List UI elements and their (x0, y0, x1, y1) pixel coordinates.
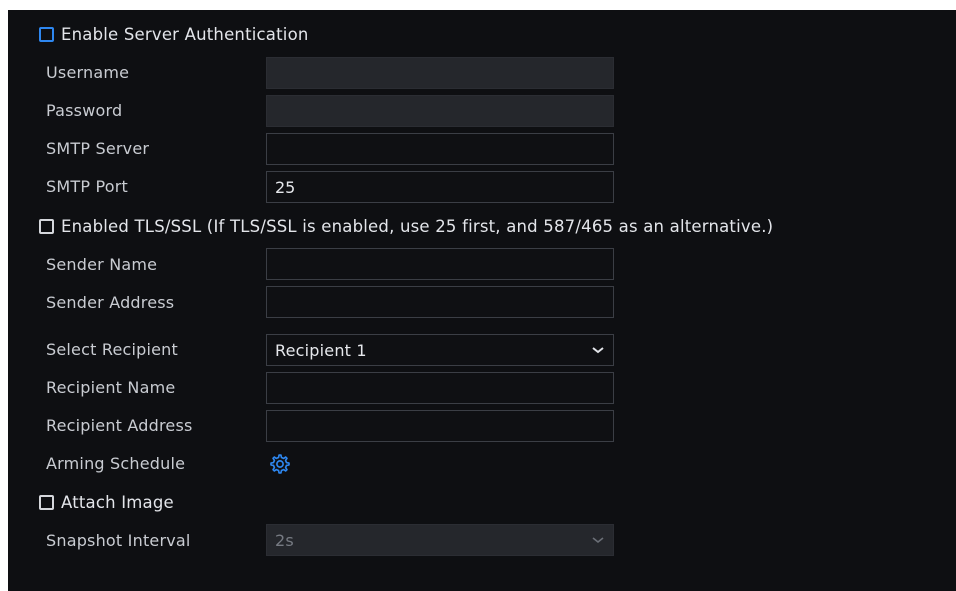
server-auth-checkbox[interactable] (39, 27, 54, 42)
username-input[interactable] (266, 57, 614, 89)
select-recipient-dropdown[interactable]: Recipient 1 (266, 334, 614, 366)
smtp-port-input[interactable] (266, 171, 614, 203)
smtp-port-label: SMTP Port (46, 177, 128, 196)
sender-name-input[interactable] (266, 248, 614, 280)
username-label: Username (46, 63, 130, 82)
password-input[interactable] (266, 95, 614, 127)
select-recipient-label: Select Recipient (46, 340, 178, 359)
email-settings-panel: Enable Server Authentication Username Pa… (8, 10, 956, 591)
recipient-address-input[interactable] (266, 410, 614, 442)
smtp-server-input[interactable] (266, 133, 614, 165)
password-label: Password (46, 101, 123, 120)
server-auth-label: Enable Server Authentication (61, 25, 309, 44)
chevron-down-icon (592, 347, 604, 354)
recipient-name-label: Recipient Name (46, 378, 176, 397)
arming-schedule-label: Arming Schedule (46, 454, 186, 473)
tls-label: Enabled TLS/SSL (If TLS/SSL is enabled, … (61, 217, 774, 236)
recipient-name-input[interactable] (266, 372, 614, 404)
sender-name-label: Sender Name (46, 255, 158, 274)
gear-icon[interactable] (269, 453, 291, 475)
chevron-down-icon (592, 537, 604, 544)
recipient-address-label: Recipient Address (46, 416, 193, 435)
snapshot-interval-dropdown[interactable]: 2s (266, 524, 614, 556)
sender-address-input[interactable] (266, 286, 614, 318)
snapshot-interval-value: 2s (275, 530, 294, 550)
select-recipient-value: Recipient 1 (275, 340, 367, 360)
attach-image-label: Attach Image (61, 493, 174, 512)
sender-address-label: Sender Address (46, 293, 175, 312)
tls-checkbox[interactable] (39, 219, 54, 234)
smtp-server-label: SMTP Server (46, 139, 150, 158)
snapshot-interval-label: Snapshot Interval (46, 531, 191, 550)
attach-image-checkbox[interactable] (39, 495, 54, 510)
